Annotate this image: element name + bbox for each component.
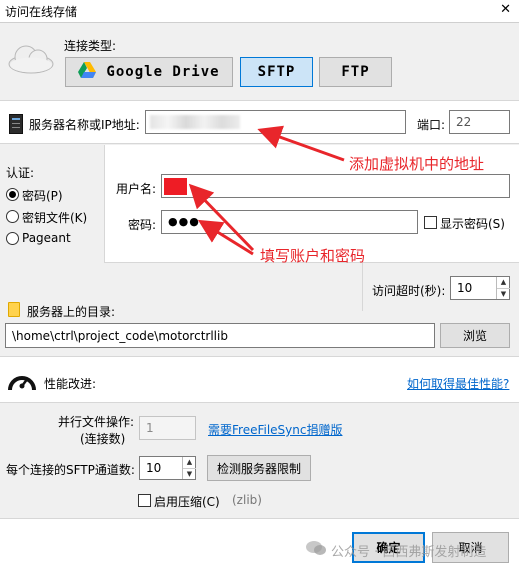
watermark: 公众号 · 西西弗斯发射制造 bbox=[331, 545, 487, 560]
parallel-ops-sublabel: (连接数) bbox=[80, 432, 126, 446]
spin-up-icon[interactable]: ▲ bbox=[183, 457, 196, 469]
browse-button[interactable]: 浏览 bbox=[440, 323, 510, 348]
username-redaction bbox=[164, 178, 187, 195]
pageant-radio[interactable] bbox=[6, 232, 19, 245]
keyfile-radio[interactable] bbox=[6, 210, 19, 223]
password-radio[interactable] bbox=[6, 188, 19, 201]
directory-label: 服务器上的目录: bbox=[27, 305, 116, 319]
connection-type-label: 连接类型: bbox=[64, 39, 117, 53]
parallel-ops-field: 1 bbox=[139, 416, 196, 440]
pageant-radio-label: Pageant bbox=[22, 231, 71, 245]
sftp-channels-spinner[interactable]: ▲ ▼ bbox=[182, 457, 196, 479]
server-annotation: 添加虚拟机中的地址 bbox=[349, 155, 485, 173]
password-radio-label: 密码(P) bbox=[22, 189, 63, 203]
google-drive-label: Google Drive bbox=[106, 64, 220, 80]
password-label: 密码: bbox=[128, 218, 157, 232]
timeout-spinner[interactable]: ▲ ▼ bbox=[496, 277, 510, 299]
detect-server-limit-button[interactable]: 检测服务器限制 bbox=[207, 455, 311, 481]
speedometer-icon bbox=[7, 370, 37, 392]
google-drive-button[interactable]: Google Drive bbox=[65, 57, 233, 87]
wechat-icon bbox=[305, 540, 327, 556]
performance-label: 性能改进: bbox=[44, 377, 97, 391]
performance-help-link[interactable]: 如何取得最佳性能? bbox=[407, 375, 509, 392]
title-bar: 访问在线存储 ✕ bbox=[0, 0, 519, 22]
compression-note: (zlib) bbox=[232, 493, 262, 507]
ftp-button[interactable]: FTP bbox=[319, 57, 392, 87]
spin-down-icon[interactable]: ▼ bbox=[183, 469, 196, 480]
show-password-checkbox[interactable] bbox=[424, 216, 437, 229]
port-label: 端口: bbox=[417, 118, 446, 132]
spin-down-icon[interactable]: ▼ bbox=[497, 289, 510, 300]
folder-icon bbox=[8, 302, 20, 317]
directory-field[interactable]: \home\ctrl\project_code\motorctrllib bbox=[5, 323, 435, 348]
compression-checkbox[interactable] bbox=[138, 494, 151, 507]
google-drive-icon bbox=[78, 62, 97, 82]
username-field[interactable] bbox=[161, 174, 510, 198]
password-field[interactable]: ●●● bbox=[161, 210, 418, 234]
server-icon bbox=[9, 114, 23, 134]
close-icon[interactable]: ✕ bbox=[500, 2, 511, 17]
compression-label: 启用压缩(C) bbox=[154, 495, 220, 509]
credentials-annotation: 填写账户和密码 bbox=[260, 247, 366, 265]
ftp-label: FTP bbox=[341, 64, 370, 80]
port-field[interactable]: 22 bbox=[449, 110, 510, 134]
spin-up-icon[interactable]: ▲ bbox=[497, 277, 510, 289]
sftp-channels-label: 每个连接的SFTP通道数: bbox=[6, 463, 135, 477]
username-label: 用户名: bbox=[116, 182, 157, 196]
blurred-address bbox=[150, 115, 240, 129]
keyfile-radio-label: 密钥文件(K) bbox=[22, 211, 88, 225]
sftp-label: SFTP bbox=[257, 64, 296, 80]
show-password-label: 显示密码(S) bbox=[440, 217, 505, 231]
server-name-label: 服务器名称或IP地址: bbox=[29, 118, 140, 132]
window-title: 访问在线存储 bbox=[5, 5, 78, 19]
auth-label: 认证: bbox=[6, 166, 35, 180]
parallel-ops-label: 并行文件操作: bbox=[58, 415, 135, 429]
cloud-icon bbox=[6, 38, 56, 74]
donation-edition-link[interactable]: 需要FreeFileSync捐赠版 bbox=[208, 421, 342, 438]
sftp-button[interactable]: SFTP bbox=[240, 57, 313, 87]
timeout-label: 访问超时(秒): bbox=[372, 284, 446, 298]
